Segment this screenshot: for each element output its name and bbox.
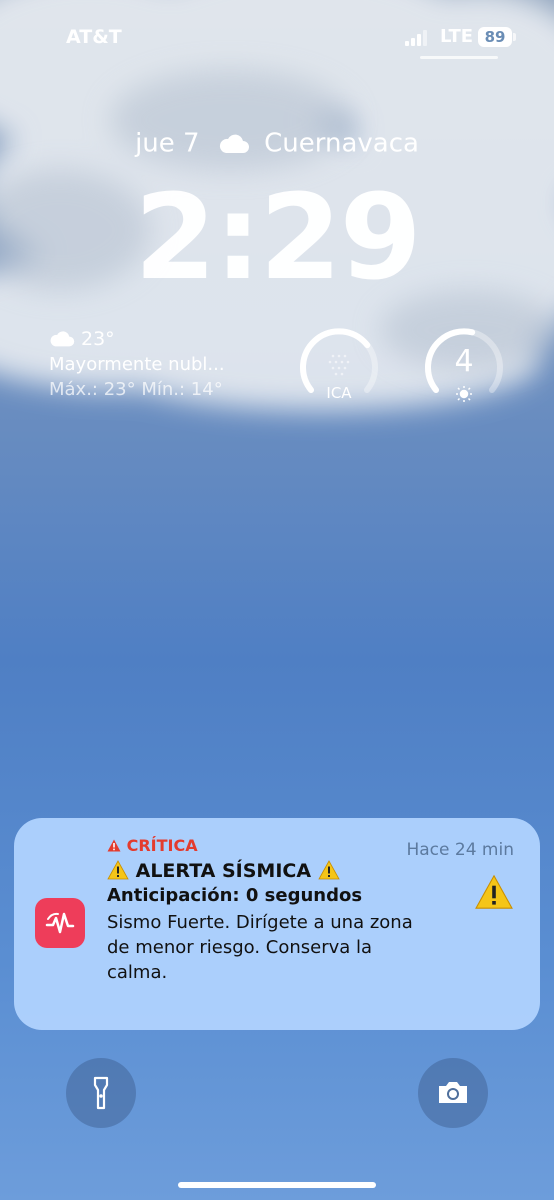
uv-value: 4: [454, 344, 474, 379]
notification-time: Hace 24 min: [406, 840, 514, 860]
lock-clock: 2:29: [134, 168, 422, 306]
warning-icon: [475, 874, 513, 909]
flashlight-icon: [93, 1076, 109, 1110]
seismic-wave-icon: [45, 912, 75, 934]
notification-subtitle: Anticipación: 0 segundos: [107, 885, 363, 906]
warning-icon: [107, 860, 129, 880]
date-label: jue 7: [135, 128, 200, 159]
city-label: Cuernavaca: [264, 128, 419, 159]
carrier-label: AT&T: [66, 26, 122, 48]
warning-icon: [318, 860, 340, 880]
signal-bars-icon: [405, 30, 427, 46]
app-icon: [35, 898, 85, 948]
critical-badge: CRÍTICA: [107, 836, 198, 855]
cloud-icon: [219, 134, 249, 153]
camera-icon: [439, 1082, 467, 1103]
flashlight-button[interactable]: [66, 1058, 136, 1128]
home-indicator[interactable]: [178, 1182, 376, 1188]
battery-icon: 89: [478, 27, 512, 47]
notification-body: Sismo Fuerte. Dirígete a una zona de men…: [107, 912, 413, 983]
weather-high-low: Máx.: 23° Mín.: 14°: [49, 379, 223, 400]
notification-title-text: ALERTA SÍSMICA: [135, 860, 312, 882]
weather-widget[interactable]: 23° Mayormente nubl... Máx.: 23° Mín.: 1…: [49, 328, 279, 400]
aqi-label: ICA: [326, 384, 352, 402]
weather-condition: Mayormente nubl...: [49, 354, 225, 375]
warning-icon: [107, 839, 121, 852]
critical-alert-notification[interactable]: CRÍTICA Hace 24 min ALERTA SÍSMICA Antic…: [14, 818, 540, 1030]
status-bar: AT&T LTE 89: [0, 0, 554, 70]
camera-button[interactable]: [418, 1058, 488, 1128]
battery-tip: [513, 33, 516, 41]
aqi-widget[interactable]: ICA: [297, 324, 381, 408]
control-center-indicator[interactable]: [420, 56, 498, 59]
critical-label: CRÍTICA: [126, 836, 198, 855]
date-location: jue 7 Cuernavaca: [0, 128, 554, 159]
network-label: LTE: [440, 26, 474, 47]
cloud-icon: [50, 331, 75, 347]
sun-icon: [456, 386, 472, 402]
weather-temperature: 23°: [81, 328, 115, 350]
uv-widget[interactable]: 4: [422, 324, 506, 408]
notification-title: ALERTA SÍSMICA: [107, 860, 340, 882]
